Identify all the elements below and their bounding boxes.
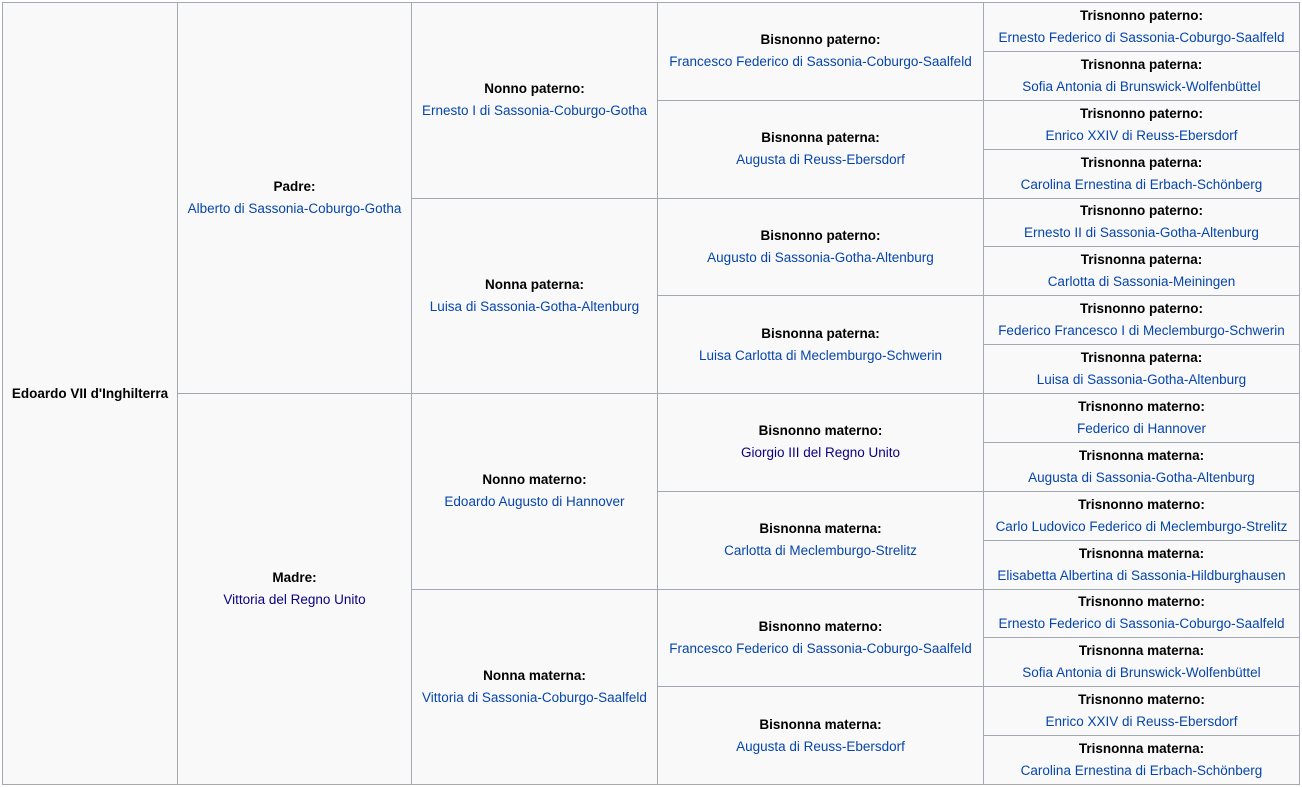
great-great-grandparent-cell: Trisnonno materno: Ernesto Federico di Sa…	[983, 588, 1300, 639]
parent-cell: Padre: Alberto di Sassonia-Coburgo-Gotha	[177, 2, 412, 394]
great-grandparent-cell: Bisnonno paterno: Augusto di Sassonia-Got…	[657, 197, 984, 297]
ancestor-role: Trisnonno paterno:	[1080, 105, 1203, 121]
ancestor-role: Bisnonna materna:	[759, 716, 882, 732]
ancestor-link[interactable]: Carolina Ernestina di Erbach-Schönberg	[987, 174, 1296, 196]
ancestor-role: Trisnonna materna:	[1078, 545, 1205, 561]
great-great-grandparent-cell: Trisnonna materna: Carolina Ernestina di …	[983, 735, 1300, 785]
ancestor-role: Trisnonna materna:	[1078, 447, 1205, 463]
ancestor-link[interactable]: Ernesto II di Sassonia-Gotha-Altenburg	[987, 222, 1296, 244]
great-great-grandparent-cell: Trisnonno materno: Federico di Hannover	[983, 393, 1300, 443]
ancestor-link[interactable]: Enrico XXIV di Reuss-Ebersdorf	[987, 125, 1296, 147]
grandparent-cell: Nonno paterno: Ernesto I di Sassonia-Cobu…	[411, 2, 658, 199]
ancestor-role: Trisnonna paterna:	[1080, 350, 1203, 366]
great-grandparent-cell: Bisnonna paterna: Luisa Carlotta di Mecle…	[657, 295, 984, 394]
ancestor-role: Nonno materno:	[482, 472, 587, 488]
ancestor-link[interactable]: Luisa di Sassonia-Gotha-Altenburg	[987, 369, 1296, 391]
great-grandparent-cell: Bisnonna materna: Augusta di Reuss-Ebersd…	[657, 686, 984, 785]
ancestor-link[interactable]: Luisa di Sassonia-Gotha-Altenburg	[415, 296, 654, 318]
great-great-grandparent-cell: Trisnonno paterno: Federico Francesco I d…	[983, 295, 1300, 346]
ancestor-link[interactable]: Augusta di Reuss-Ebersdorf	[661, 149, 980, 171]
grandparent-cell: Nonna paterna: Luisa di Sassonia-Gotha-Al…	[411, 197, 658, 394]
ancestor-role: Bisnonna paterna:	[761, 325, 880, 341]
ancestor-role: Nonno paterno:	[484, 81, 585, 97]
great-great-grandparent-cell: Trisnonna materna: Augusta di Sassonia-Go…	[983, 441, 1300, 492]
great-great-grandparent-cell: Trisnonna paterna: Luisa di Sassonia-Goth…	[983, 344, 1300, 394]
ancestor-link[interactable]: Carolina Ernestina di Erbach-Schönberg	[987, 760, 1296, 782]
ancestor-role: Trisnonna materna:	[1078, 741, 1205, 757]
ancestor-link[interactable]: Augusta di Reuss-Ebersdorf	[661, 736, 980, 758]
ancestor-link[interactable]: Augusto di Sassonia-Gotha-Altenburg	[661, 247, 980, 269]
ancestor-role: Trisnonno materno:	[1078, 594, 1205, 610]
ancestor-role: Bisnonna materna:	[759, 521, 882, 537]
grandparent-cell: Nonno materno: Edoardo Augusto di Hannove…	[411, 393, 658, 590]
ancestor-link[interactable]: Sofia Antonia di Brunswick-Wolfenbüttel	[987, 76, 1296, 98]
ancestor-link[interactable]: Carlo Ludovico Federico di Meclemburgo-S…	[987, 516, 1296, 538]
ancestor-role: Trisnonna paterna:	[1080, 252, 1203, 268]
ancestor-role: Trisnonna paterna:	[1080, 154, 1203, 170]
great-grandparent-cell: Bisnonna paterna: Augusta di Reuss-Ebersd…	[657, 99, 984, 199]
parent-cell: Madre: Vittoria del Regno Unito	[177, 393, 412, 785]
great-grandparent-cell: Bisnonno materno: Giorgio III del Regno U…	[657, 393, 984, 492]
ancestor-link[interactable]: Vittoria di Sassonia-Coburgo-Saalfeld	[415, 687, 654, 709]
ancestor-role: Trisnonno materno:	[1078, 496, 1205, 512]
ancestor-link[interactable]: Giorgio III del Regno Unito	[661, 442, 980, 464]
ancestor-link[interactable]: Carlotta di Meclemburgo-Strelitz	[661, 540, 980, 562]
subject-cell: Edoardo VII d'Inghilterra	[2, 2, 178, 785]
great-great-grandparent-cell: Trisnonno materno: Carlo Ludovico Federic…	[983, 490, 1300, 541]
ancestor-link[interactable]: Francesco Federico di Sassonia-Coburgo-S…	[661, 51, 980, 73]
ancestor-link[interactable]: Enrico XXIV di Reuss-Ebersdorf	[987, 711, 1296, 733]
ancestor-link[interactable]: Federico di Hannover	[987, 418, 1296, 440]
ancestor-link[interactable]: Ernesto Federico di Sassonia-Coburgo-Saa…	[987, 613, 1296, 635]
great-great-grandparent-cell: Trisnonna paterna: Carlotta di Sassonia-M…	[983, 246, 1300, 297]
great-great-grandparent-cell: Trisnonno paterno: Ernesto Federico di Sa…	[983, 2, 1300, 52]
ancestor-link[interactable]: Vittoria del Regno Unito	[181, 589, 408, 611]
ancestor-role: Madre:	[272, 570, 317, 585]
great-great-grandparent-cell: Trisnonno paterno: Ernesto II di Sassonia…	[983, 197, 1300, 248]
great-great-grandparent-cell: Trisnonno paterno: Enrico XXIV di Reuss-E…	[983, 99, 1300, 150]
great-grandparent-cell: Bisnonno materno: Francesco Federico di S…	[657, 588, 984, 688]
grandparent-cell: Nonna materna: Vittoria di Sassonia-Cobur…	[411, 588, 658, 785]
ancestor-role: Trisnonno materno:	[1078, 398, 1205, 414]
ancestor-role: Trisnonno paterno:	[1080, 203, 1203, 219]
ancestor-role: Nonna materna:	[483, 667, 586, 683]
ancestor-link[interactable]: Sofia Antonia di Brunswick-Wolfenbüttel	[987, 662, 1296, 684]
great-grandparent-cell: Bisnonno paterno: Francesco Federico di S…	[657, 2, 984, 101]
ancestor-link[interactable]: Francesco Federico di Sassonia-Coburgo-S…	[661, 638, 980, 660]
ancestor-link[interactable]: Alberto di Sassonia-Coburgo-Gotha	[181, 198, 408, 220]
ancestor-role: Trisnonno paterno:	[1080, 7, 1203, 23]
great-great-grandparent-cell: Trisnonna materna: Sofia Antonia di Bruns…	[983, 637, 1300, 688]
ancestor-link[interactable]: Luisa Carlotta di Meclemburgo-Schwerin	[661, 345, 980, 367]
ancestor-link[interactable]: Elisabetta Albertina di Sassonia-Hildbur…	[987, 565, 1296, 587]
ancestor-link[interactable]: Ernesto I di Sassonia-Coburgo-Gotha	[415, 100, 654, 122]
ancestor-role: Bisnonno paterno:	[760, 32, 881, 48]
ancestor-role: Trisnonna materna:	[1078, 643, 1205, 659]
great-great-grandparent-cell: Trisnonno materno: Enrico XXIV di Reuss-E…	[983, 686, 1300, 737]
great-great-grandparent-cell: Trisnonna paterna: Carolina Ernestina di …	[983, 148, 1300, 199]
ancestor-role: Bisnonna paterna:	[761, 130, 880, 146]
ancestor-role: Padre:	[273, 179, 316, 194]
ancestor-link[interactable]: Edoardo Augusto di Hannover	[415, 491, 654, 513]
ancestor-link[interactable]: Augusta di Sassonia-Gotha-Altenburg	[987, 467, 1296, 489]
ancestor-link[interactable]: Ernesto Federico di Sassonia-Coburgo-Saa…	[987, 27, 1296, 49]
great-grandparent-cell: Bisnonna materna: Carlotta di Meclemburgo…	[657, 490, 984, 590]
ancestor-role: Trisnonna paterna:	[1080, 56, 1203, 72]
ancestor-link[interactable]: Federico Francesco I di Meclemburgo-Schw…	[987, 320, 1296, 342]
ancestor-role: Trisnonno materno:	[1078, 692, 1205, 708]
subject-name: Edoardo VII d'Inghilterra	[11, 385, 169, 401]
ancestor-link[interactable]: Carlotta di Sassonia-Meiningen	[987, 271, 1296, 293]
ancestor-role: Nonna paterna:	[484, 276, 584, 292]
ancestor-role: Bisnonno paterno:	[760, 227, 881, 243]
ancestor-role: Bisnonno materno:	[758, 618, 883, 634]
great-great-grandparent-cell: Trisnonna materna: Elisabetta Albertina d…	[983, 539, 1300, 590]
great-great-grandparent-cell: Trisnonna paterna: Sofia Antonia di Bruns…	[983, 50, 1300, 101]
ancestor-role: Trisnonno paterno:	[1080, 301, 1203, 317]
ancestor-role: Bisnonno materno:	[758, 423, 883, 439]
genealogy-table: Edoardo VII d'Inghilterra Padre: Alberto …	[2, 2, 1300, 785]
